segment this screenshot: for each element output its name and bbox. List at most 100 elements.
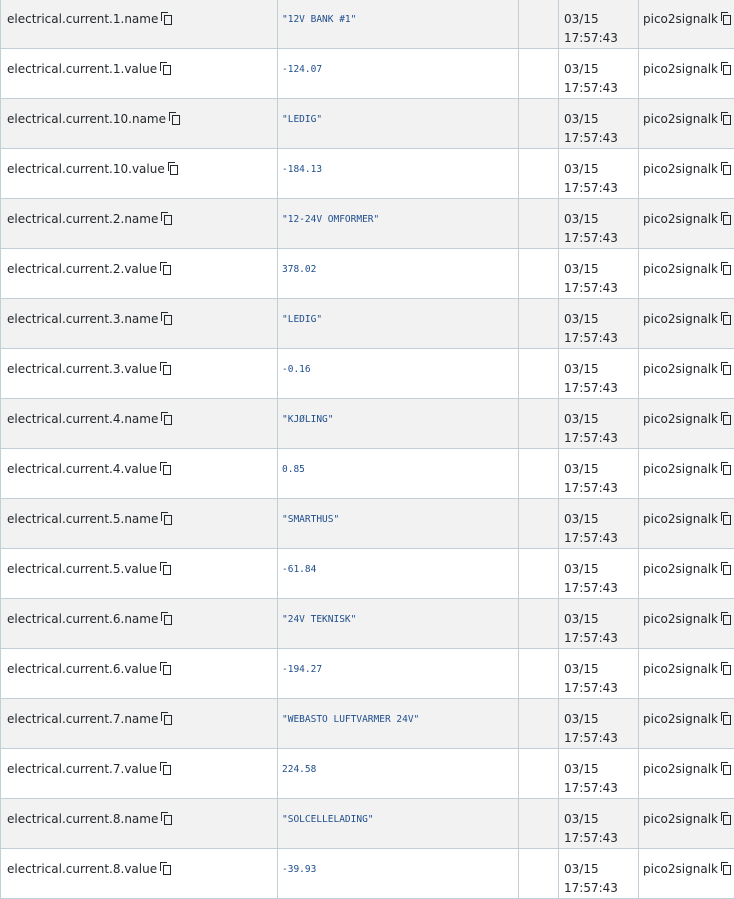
source-label: pico2signalk xyxy=(643,12,718,26)
path-cell: electrical.current.4.value xyxy=(1,449,278,499)
value-text: -184.13 xyxy=(282,164,322,175)
source-cell: pico2signalk xyxy=(639,99,734,149)
timestamp-time: 17:57:43 xyxy=(564,879,638,898)
copy-icon[interactable] xyxy=(721,362,731,374)
copy-icon[interactable] xyxy=(161,612,171,624)
copy-icon[interactable] xyxy=(161,512,171,524)
source-label: pico2signalk xyxy=(643,262,718,276)
copy-icon[interactable] xyxy=(721,762,731,774)
table-row: electrical.current.5.value-61.8403/1517:… xyxy=(1,549,734,599)
copy-icon[interactable] xyxy=(161,212,171,224)
copy-icon[interactable] xyxy=(721,112,731,124)
source-label: pico2signalk xyxy=(643,562,718,576)
timestamp-date: 03/15 xyxy=(564,10,638,29)
copy-icon[interactable] xyxy=(721,312,731,324)
timestamp-date: 03/15 xyxy=(564,210,638,229)
source-label: pico2signalk xyxy=(643,512,718,526)
value-text: "SOLCELLELADING" xyxy=(282,814,374,825)
meta-cell xyxy=(519,649,559,699)
copy-icon[interactable] xyxy=(160,562,170,574)
copy-icon[interactable] xyxy=(160,462,170,474)
copy-icon[interactable] xyxy=(721,512,731,524)
copy-icon[interactable] xyxy=(160,662,170,674)
copy-icon[interactable] xyxy=(161,712,171,724)
timestamp-time: 17:57:43 xyxy=(564,29,638,48)
copy-icon[interactable] xyxy=(721,812,731,824)
value-text: "12V BANK #1" xyxy=(282,14,356,25)
path-cell: electrical.current.2.value xyxy=(1,249,278,299)
timestamp-time: 17:57:43 xyxy=(564,379,638,398)
table-row: electrical.current.4.value0.8503/1517:57… xyxy=(1,449,734,499)
copy-icon[interactable] xyxy=(721,712,731,724)
copy-icon[interactable] xyxy=(721,462,731,474)
value-cell: -184.13 xyxy=(278,149,519,199)
copy-icon[interactable] xyxy=(721,262,731,274)
value-cell: 0.85 xyxy=(278,449,519,499)
copy-icon[interactable] xyxy=(161,12,171,24)
copy-icon[interactable] xyxy=(721,862,731,874)
value-text: -61.84 xyxy=(282,564,316,575)
source-cell: pico2signalk xyxy=(639,749,734,799)
timestamp-time: 17:57:43 xyxy=(564,179,638,198)
copy-icon[interactable] xyxy=(160,262,170,274)
copy-icon[interactable] xyxy=(168,162,178,174)
timestamp-time: 17:57:43 xyxy=(564,479,638,498)
copy-icon[interactable] xyxy=(721,62,731,74)
copy-icon[interactable] xyxy=(160,862,170,874)
timestamp-date: 03/15 xyxy=(564,310,638,329)
value-cell: -61.84 xyxy=(278,549,519,599)
value-text: "KJØLING" xyxy=(282,414,333,425)
table-row: electrical.current.2.value378.0203/1517:… xyxy=(1,249,734,299)
timestamp-cell: 03/1517:57:43 xyxy=(559,649,639,699)
source-cell: pico2signalk xyxy=(639,549,734,599)
value-cell: "12-24V OMFORMER" xyxy=(278,199,519,249)
table-row: electrical.current.6.value-194.2703/1517… xyxy=(1,649,734,699)
timestamp-time: 17:57:43 xyxy=(564,729,638,748)
path-label: electrical.current.4.name xyxy=(7,412,158,426)
copy-icon[interactable] xyxy=(160,362,170,374)
path-cell: electrical.current.10.value xyxy=(1,149,278,199)
path-label: electrical.current.1.name xyxy=(7,12,158,26)
copy-icon[interactable] xyxy=(721,662,731,674)
copy-icon[interactable] xyxy=(169,112,179,124)
path-label: electrical.current.6.name xyxy=(7,612,158,626)
path-cell: electrical.current.3.name xyxy=(1,299,278,349)
copy-icon[interactable] xyxy=(721,212,731,224)
timestamp-time: 17:57:43 xyxy=(564,829,638,848)
value-cell: "SMARTHUS" xyxy=(278,499,519,549)
source-label: pico2signalk xyxy=(643,762,718,776)
table-row: electrical.current.3.value-0.1603/1517:5… xyxy=(1,349,734,399)
timestamp-date: 03/15 xyxy=(564,260,638,279)
copy-icon[interactable] xyxy=(160,62,170,74)
timestamp-date: 03/15 xyxy=(564,60,638,79)
table-row: electrical.current.6.name"24V TEKNISK"03… xyxy=(1,599,734,649)
copy-icon[interactable] xyxy=(160,762,170,774)
source-cell: pico2signalk xyxy=(639,499,734,549)
meta-cell xyxy=(519,699,559,749)
path-label: electrical.current.7.name xyxy=(7,712,158,726)
copy-icon[interactable] xyxy=(721,162,731,174)
copy-icon[interactable] xyxy=(161,312,171,324)
table-row: electrical.current.5.name"SMARTHUS"03/15… xyxy=(1,499,734,549)
source-cell: pico2signalk xyxy=(639,49,734,99)
value-text: "12-24V OMFORMER" xyxy=(282,214,379,225)
value-text: "LEDIG" xyxy=(282,314,322,325)
copy-icon[interactable] xyxy=(721,612,731,624)
path-label: electrical.current.3.name xyxy=(7,312,158,326)
copy-icon[interactable] xyxy=(721,12,731,24)
copy-icon[interactable] xyxy=(721,562,731,574)
timestamp-date: 03/15 xyxy=(564,660,638,679)
copy-icon[interactable] xyxy=(161,412,171,424)
meta-cell xyxy=(519,849,559,899)
value-cell: 378.02 xyxy=(278,249,519,299)
path-label: electrical.current.6.value xyxy=(7,662,157,676)
value-cell: "LEDIG" xyxy=(278,99,519,149)
path-cell: electrical.current.8.value xyxy=(1,849,278,899)
table-row: electrical.current.1.value-124.0703/1517… xyxy=(1,49,734,99)
source-label: pico2signalk xyxy=(643,712,718,726)
copy-icon[interactable] xyxy=(161,812,171,824)
table-row: electrical.current.10.value-184.1303/151… xyxy=(1,149,734,199)
copy-icon[interactable] xyxy=(721,412,731,424)
value-text: "LEDIG" xyxy=(282,114,322,125)
timestamp-time: 17:57:43 xyxy=(564,79,638,98)
